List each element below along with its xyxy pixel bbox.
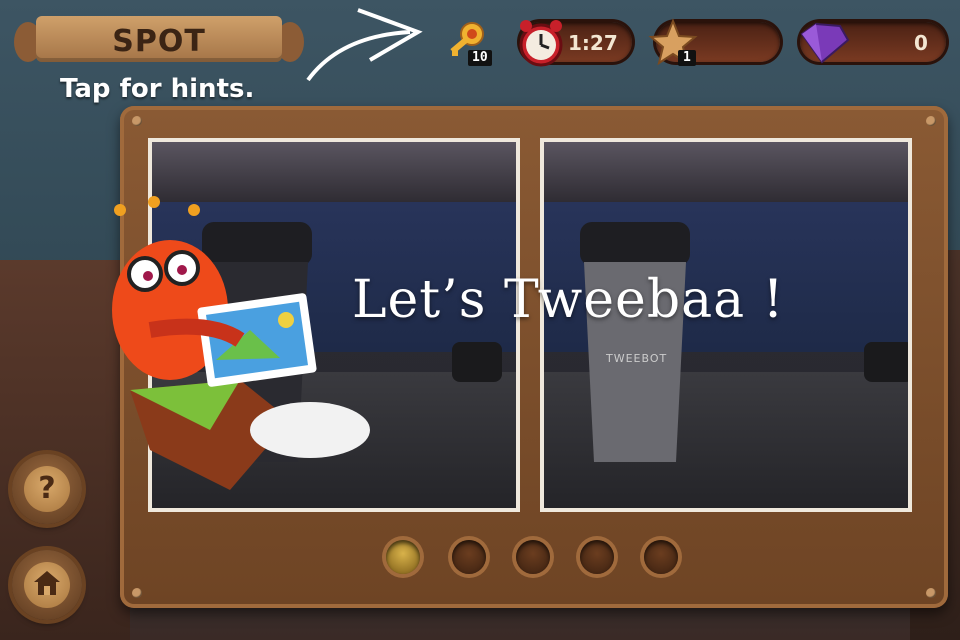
level-dot-1	[386, 540, 420, 574]
console-knob	[864, 342, 908, 382]
spot-banner[interactable]: SPOT	[14, 10, 304, 70]
banner-title: SPOT	[112, 24, 206, 59]
cup-label: TWEEBOT	[606, 352, 668, 365]
level-dot-5	[644, 540, 678, 574]
lets-tweebaa-text: Let’s Tweebaa !	[352, 270, 785, 330]
gem-count: 0	[914, 31, 928, 55]
level-dot-4	[580, 540, 614, 574]
home-icon	[34, 571, 60, 595]
star-count: 1	[678, 50, 696, 66]
alarm-clock-icon	[519, 20, 563, 67]
frame-bolt	[926, 588, 936, 598]
timer-value: 1:27	[568, 31, 618, 55]
hint-arrow-icon	[306, 8, 423, 82]
frame-bolt	[926, 116, 936, 126]
level-dot-2	[452, 540, 486, 574]
question-mark-icon: ?	[38, 471, 56, 506]
key-count: 10	[468, 50, 492, 66]
scene-top	[544, 142, 908, 202]
level-dot-3	[516, 540, 550, 574]
frame-bolt	[132, 116, 142, 126]
coffee-cup	[580, 222, 690, 462]
frame-bolt	[132, 588, 142, 598]
console-knob	[452, 342, 502, 382]
help-button[interactable]: ?	[12, 454, 82, 524]
mascot-character	[112, 196, 370, 490]
hint-text: Tap for hints.	[60, 74, 255, 104]
purple-gem-icon	[800, 22, 850, 64]
home-button[interactable]	[12, 550, 82, 620]
